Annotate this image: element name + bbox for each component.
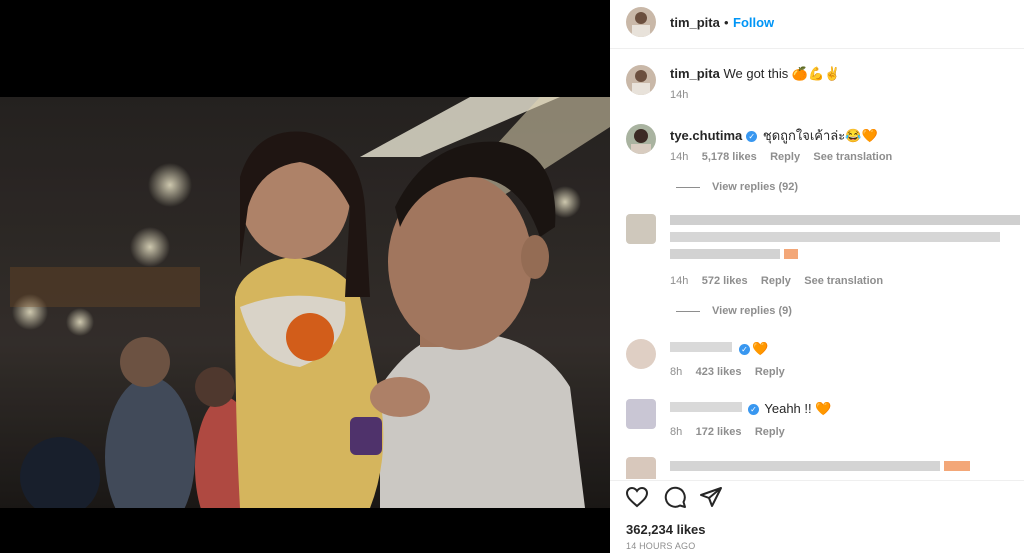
verified-badge-icon: ✓	[739, 344, 750, 356]
blurred-comment-text	[670, 215, 1020, 225]
blurred-comment-text	[670, 232, 1000, 242]
see-translation-button[interactable]: See translation	[804, 275, 883, 287]
view-replies-label: View replies (9)	[712, 305, 792, 317]
author-username[interactable]: tim_pita	[670, 15, 720, 30]
comment-text: Yeahh !!	[764, 401, 812, 416]
reply-button[interactable]: Reply	[755, 426, 785, 438]
comments-list[interactable]: tim_pita We got this 🍊💪✌ 14h tye.chutima…	[610, 49, 1024, 479]
caption-username[interactable]: tim_pita	[670, 66, 720, 81]
comment-text: ชุดถูกใจเค้าล่ะ😂	[762, 128, 862, 143]
photo-illustration	[0, 97, 610, 508]
paper-plane-icon	[700, 487, 722, 507]
post-media-pane	[0, 0, 610, 553]
heart-emoji: 🧡	[752, 341, 769, 356]
like-button[interactable]	[624, 485, 650, 509]
comment-time[interactable]: 14h	[670, 275, 688, 287]
caption-avatar[interactable]	[626, 65, 656, 95]
comment-icon	[664, 486, 686, 508]
view-replies-line	[676, 186, 700, 188]
action-bar	[610, 480, 1024, 511]
comment-likes[interactable]: 572 likes	[702, 275, 748, 287]
comment-time[interactable]: 14h	[670, 151, 688, 163]
caption-time[interactable]: 14h	[670, 89, 688, 101]
comment-avatar-blurred[interactable]	[626, 399, 656, 429]
heart-emoji: 🧡	[815, 401, 832, 416]
blurred-emoji	[784, 249, 798, 259]
verified-badge-icon: ✓	[748, 404, 759, 416]
view-replies-button[interactable]: View replies (92)	[676, 181, 798, 193]
blurred-emoji	[944, 461, 970, 471]
comment-avatar-blurred[interactable]	[626, 457, 656, 479]
blurred-comment-text	[670, 461, 940, 471]
comment-button[interactable]	[662, 485, 688, 509]
view-replies-button[interactable]: View replies (9)	[676, 305, 792, 317]
post-timestamp[interactable]: 14 HOURS AGO	[626, 541, 695, 551]
comment-likes[interactable]: 423 likes	[696, 366, 742, 378]
heart-outline-icon	[625, 486, 649, 508]
blurred-username	[670, 342, 732, 352]
comment-username[interactable]: tye.chutima	[670, 128, 742, 143]
author-avatar[interactable]	[626, 7, 656, 37]
reply-button[interactable]: Reply	[755, 366, 785, 378]
heart-emoji: 🧡	[861, 128, 878, 143]
comment-time[interactable]: 8h	[670, 426, 682, 438]
verified-badge-icon: ✓	[746, 131, 758, 143]
blurred-username	[670, 402, 742, 412]
comment-avatar-blurred[interactable]	[626, 214, 656, 244]
comment-time[interactable]: 8h	[670, 366, 682, 378]
comment-avatar[interactable]	[626, 124, 656, 154]
blurred-comment-text	[670, 249, 780, 259]
see-translation-button[interactable]: See translation	[813, 151, 892, 163]
post-sidebar: tim_pita • Follow tim_pita We got this 🍊…	[610, 0, 1024, 553]
follow-button[interactable]: Follow	[733, 15, 774, 30]
caption-emojis: 🍊💪✌	[791, 66, 841, 81]
comment-likes[interactable]: 172 likes	[696, 426, 742, 438]
likes-count[interactable]: 362,234 likes	[626, 522, 706, 537]
reply-button[interactable]: Reply	[770, 151, 800, 163]
share-button[interactable]	[698, 485, 724, 509]
caption-text: We got this	[723, 66, 789, 81]
view-replies-line	[676, 310, 700, 312]
separator-dot: •	[724, 15, 729, 30]
post-header: tim_pita • Follow	[610, 0, 1024, 49]
comment-likes[interactable]: 5,178 likes	[702, 151, 757, 163]
view-replies-label: View replies (92)	[712, 181, 799, 193]
post-photo[interactable]	[0, 97, 610, 508]
reply-button[interactable]: Reply	[761, 275, 791, 287]
comment-avatar-blurred[interactable]	[626, 339, 656, 369]
